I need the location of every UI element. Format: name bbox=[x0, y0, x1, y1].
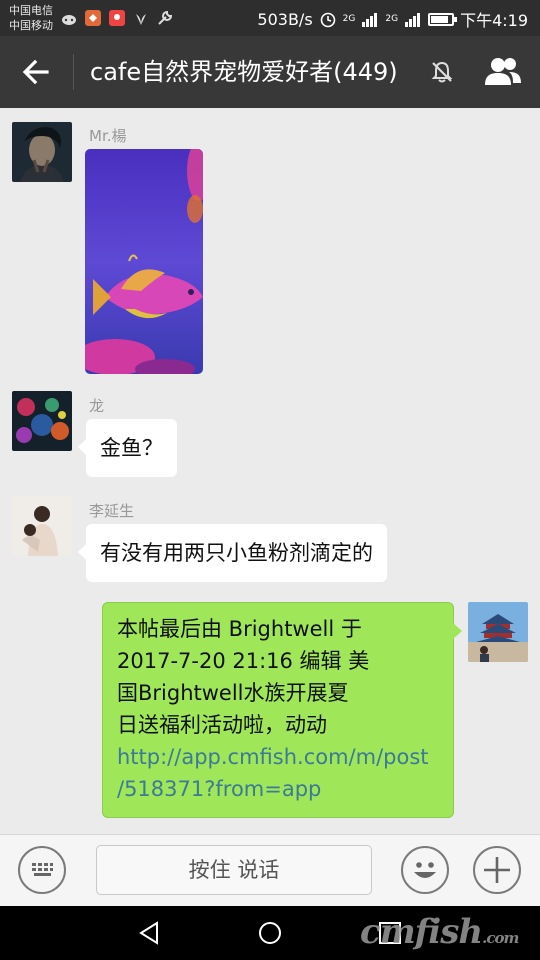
notification-icons bbox=[60, 9, 174, 27]
group-members-icon[interactable] bbox=[482, 54, 524, 90]
chat-header: cafe自然界宠物爱好者(449) bbox=[0, 36, 540, 108]
message-line: 日送福利活动啦，动动 bbox=[117, 713, 327, 737]
message-line: 2017-7-20 21:16 编辑 美 bbox=[117, 649, 370, 673]
mute-bell-icon bbox=[431, 61, 453, 83]
watermark-suffix: .com bbox=[482, 929, 519, 947]
watermark-logo: cmfish.com bbox=[360, 912, 519, 952]
nav-back-icon[interactable] bbox=[136, 919, 164, 947]
network-type-2: 2G bbox=[385, 13, 399, 24]
watermark-main: cmfish bbox=[360, 912, 483, 952]
image-message[interactable] bbox=[85, 149, 203, 374]
avatar-image bbox=[468, 602, 528, 662]
sender-name: 李延生 bbox=[89, 502, 135, 520]
text-message-self[interactable]: 本帖最后由 Brightwell 于 2017-7-20 21:16 编辑 美 … bbox=[102, 602, 462, 818]
sender-name: Mr.楊 bbox=[89, 127, 127, 145]
hold-to-talk-button[interactable]: 按住 说话 bbox=[96, 845, 372, 895]
back-arrow-icon[interactable] bbox=[18, 54, 54, 90]
message-link[interactable]: http://app.cmfish.com/m/post bbox=[117, 741, 439, 773]
text-message[interactable]: 金鱼？ bbox=[78, 419, 177, 477]
map-notification-icon bbox=[109, 10, 125, 26]
message-list[interactable]: Mr.楊 龙 金鱼？ 李延生 有没有用两只小鱼粉剂滴定的 本帖最后由 Brigh… bbox=[0, 108, 540, 834]
avatar[interactable] bbox=[12, 496, 72, 556]
huawei-icon bbox=[134, 14, 146, 25]
network-speed: 503B/s bbox=[257, 9, 313, 29]
carrier-2: 中国移动 bbox=[9, 19, 53, 32]
keyboard-icon bbox=[32, 863, 53, 876]
battery-icon bbox=[428, 12, 458, 26]
network-type-1: 2G bbox=[342, 13, 356, 24]
app-notification-icon bbox=[85, 10, 101, 26]
alarm-icon bbox=[320, 12, 335, 28]
signal-icon bbox=[362, 13, 378, 27]
avatar-image bbox=[12, 122, 72, 182]
plus-icon bbox=[484, 857, 510, 883]
cat-notification-icon bbox=[62, 15, 76, 25]
emoji-button[interactable] bbox=[401, 846, 449, 894]
nav-home-icon[interactable] bbox=[256, 919, 284, 947]
signal-2-icon bbox=[405, 13, 421, 27]
self-avatar[interactable] bbox=[468, 602, 528, 662]
message-line: 国Brightwell水族开展夏 bbox=[117, 681, 349, 705]
avatar-image bbox=[12, 391, 72, 451]
avatar-image bbox=[12, 496, 72, 556]
avatar[interactable] bbox=[12, 122, 72, 182]
carrier-labels: 中国电信 中国移动 bbox=[9, 3, 53, 33]
status-bar: 中国电信 中国移动 503B/s 2G 2G 下午4:19 bbox=[0, 0, 540, 36]
header-divider bbox=[73, 54, 74, 90]
input-bar: 按住 说话 bbox=[0, 834, 540, 906]
fish-photo bbox=[85, 149, 203, 374]
status-right: 503B/s 2G 2G 下午4:19 bbox=[257, 7, 528, 31]
clock: 下午4:19 bbox=[460, 11, 528, 30]
message-line: 本帖最后由 Brightwell 于 bbox=[117, 617, 362, 641]
carrier-1: 中国电信 bbox=[9, 4, 53, 17]
text-message[interactable]: 有没有用两只小鱼粉剂滴定的 bbox=[78, 524, 387, 582]
chat-title: cafe自然界宠物爱好者(449) bbox=[90, 58, 398, 86]
message-link[interactable]: /518371?from=app bbox=[117, 773, 439, 805]
wrench-icon bbox=[158, 10, 173, 25]
avatar[interactable] bbox=[12, 391, 72, 451]
keyboard-toggle-button[interactable] bbox=[18, 846, 66, 894]
more-options-button[interactable] bbox=[473, 846, 521, 894]
sender-name: 龙 bbox=[89, 397, 105, 415]
smiley-icon bbox=[414, 862, 436, 878]
